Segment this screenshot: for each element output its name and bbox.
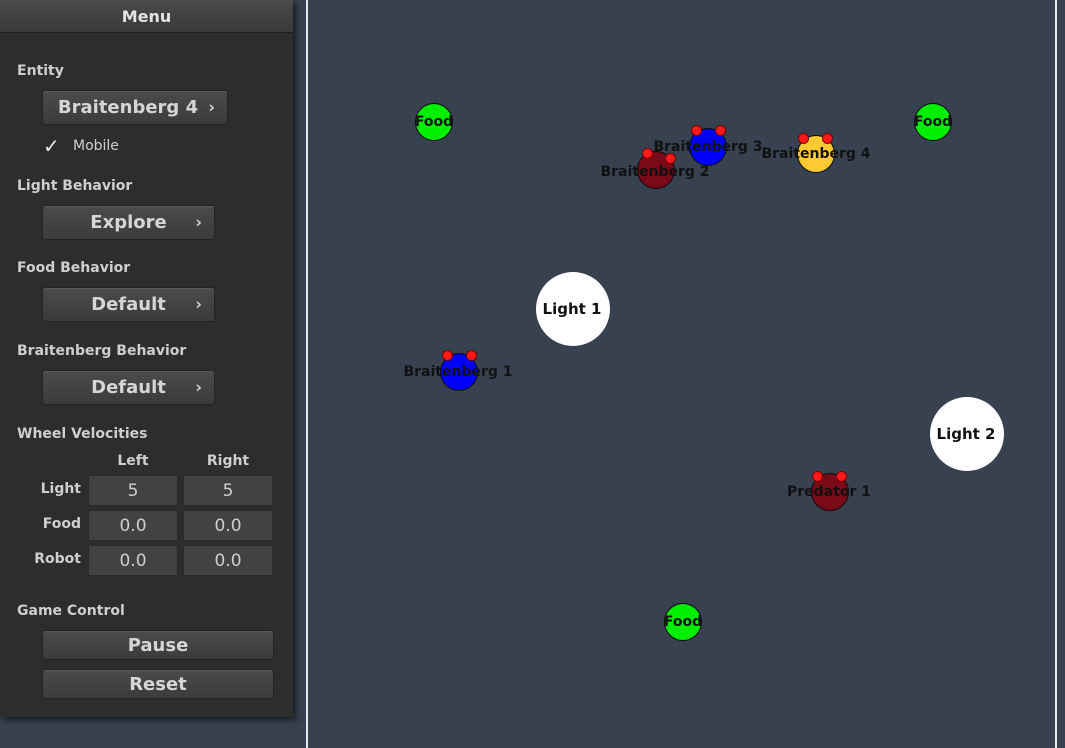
robot-label: Braitenberg 2 [600, 164, 710, 180]
side-menu: Menu Entity Braitenberg 4 › ✓ Mobile Lig… [0, 0, 293, 717]
chevron-right-icon: › [195, 377, 202, 397]
light-row-label: Light [40, 481, 81, 497]
mobile-checkbox[interactable]: ✓ Mobile [43, 136, 119, 156]
left-column-header: Left [117, 453, 149, 469]
light-right-velocity-input[interactable] [183, 475, 273, 506]
sensor-icon [691, 125, 702, 136]
braitenberg-behavior-label: Braitenberg Behavior [17, 343, 187, 359]
checkmark-icon: ✓ [43, 134, 60, 158]
predator-label: Predator 1 [787, 484, 871, 500]
light-label: Light 1 [542, 300, 602, 318]
light-behavior-value: Explore [90, 212, 167, 233]
robot-label: Braitenberg 1 [403, 364, 513, 380]
simulation-arena[interactable]: Food Food Food Light 1 Light 2 Braitenbe… [306, 0, 1057, 748]
entity-select-button[interactable]: Braitenberg 4 › [42, 90, 228, 125]
food-label: Food [414, 114, 454, 130]
light-behavior-select-button[interactable]: Explore › [42, 205, 215, 240]
robot-row-label: Robot [34, 551, 81, 567]
reset-button[interactable]: Reset [42, 669, 274, 699]
light-label: Light 2 [936, 425, 996, 443]
robot-left-velocity-input[interactable] [88, 545, 178, 576]
sensor-icon [442, 350, 453, 361]
sensor-icon [812, 471, 823, 482]
sensor-icon [642, 148, 653, 159]
food-label: Food [913, 114, 953, 130]
food-behavior-label: Food Behavior [17, 260, 131, 276]
chevron-right-icon: › [195, 212, 202, 232]
food-left-velocity-input[interactable] [88, 510, 178, 541]
pause-button[interactable]: Pause [42, 630, 274, 660]
mobile-checkbox-label: Mobile [73, 138, 119, 154]
sensor-icon [836, 471, 847, 482]
braitenberg-behavior-value: Default [91, 377, 166, 398]
sensor-icon [466, 350, 477, 361]
right-column-header: Right [206, 453, 250, 469]
food-right-velocity-input[interactable] [183, 510, 273, 541]
sensor-icon [715, 125, 726, 136]
entity-label: Entity [17, 63, 64, 79]
light-behavior-label: Light Behavior [17, 178, 133, 194]
braitenberg-behavior-select-button[interactable]: Default › [42, 370, 215, 405]
robot-label: Braitenberg 4 [761, 146, 871, 162]
light-left-velocity-input[interactable] [88, 475, 178, 506]
food-label: Food [663, 614, 703, 630]
chevron-right-icon: › [195, 294, 202, 314]
sensor-icon [798, 133, 809, 144]
food-behavior-value: Default [91, 294, 166, 315]
game-control-label: Game Control [17, 603, 125, 619]
food-row-label: Food [42, 516, 81, 532]
sensor-icon [822, 133, 833, 144]
food-behavior-select-button[interactable]: Default › [42, 287, 215, 322]
chevron-right-icon: › [208, 97, 215, 117]
wheel-velocities-label: Wheel Velocities [17, 426, 148, 442]
menu-title: Menu [0, 0, 293, 33]
robot-label: Braitenberg 3 [653, 139, 763, 155]
robot-right-velocity-input[interactable] [183, 545, 273, 576]
entity-select-value: Braitenberg 4 [57, 97, 199, 118]
